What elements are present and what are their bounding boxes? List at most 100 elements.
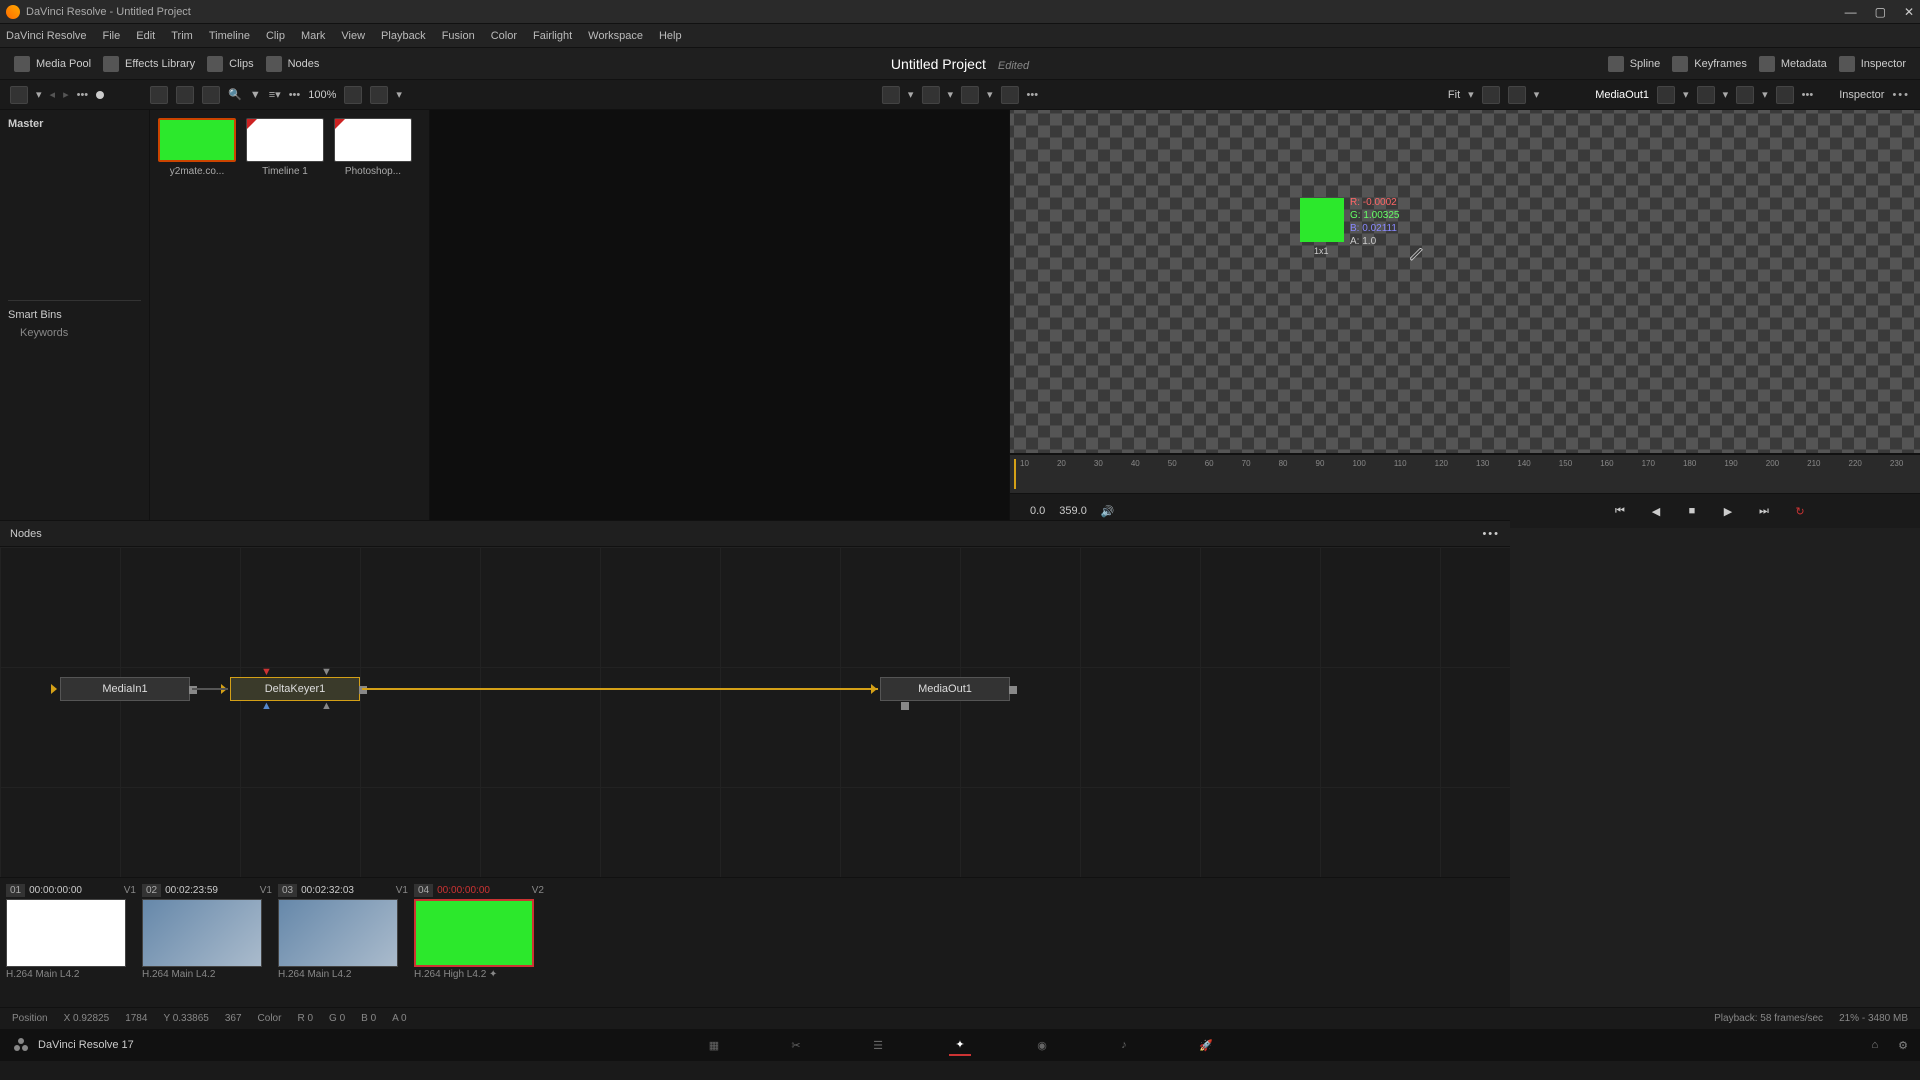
v2r-icon4[interactable] xyxy=(1776,86,1794,104)
last-frame-button[interactable]: ⏭ xyxy=(1753,500,1775,522)
viewer1-zoom[interactable]: 100% xyxy=(308,89,336,101)
audio-icon[interactable]: 🔊 xyxy=(1101,505,1115,518)
v1c-icon1[interactable] xyxy=(882,86,900,104)
menu-workspace[interactable]: Workspace xyxy=(588,30,643,42)
menu-fusion[interactable]: Fusion xyxy=(442,30,475,42)
effects-toggle[interactable]: Effects Library xyxy=(103,56,195,72)
play-button[interactable]: ▶ xyxy=(1717,500,1739,522)
metadata-toggle[interactable]: Metadata xyxy=(1759,56,1827,72)
node-wire[interactable] xyxy=(362,688,878,690)
keywords-bin[interactable]: Keywords xyxy=(8,327,141,339)
settings-icon[interactable]: ⚙ xyxy=(1898,1039,1908,1052)
menu-timeline[interactable]: Timeline xyxy=(209,30,250,42)
v2r-icon2[interactable] xyxy=(1697,86,1715,104)
viewer-right[interactable]: R: -0.0002 G: 1.00325 B: 0.02111 A: 1.0 … xyxy=(1010,110,1920,454)
maximize-button[interactable]: ▢ xyxy=(1875,5,1886,19)
v1c-more-icon[interactable]: ••• xyxy=(1027,89,1039,101)
dots-icon[interactable]: ••• xyxy=(77,89,89,101)
v1c-icon3[interactable] xyxy=(961,86,979,104)
menu-color[interactable]: Color xyxy=(491,30,517,42)
page-cut-icon[interactable]: ✂ xyxy=(785,1034,807,1056)
window-title: DaVinci Resolve - Untitled Project xyxy=(26,6,191,18)
node-graph[interactable]: MediaIn1 ▼ ▼ DeltaKeyer1 ▲ ▲ MediaOut1 xyxy=(0,547,1510,877)
clips-toggle[interactable]: Clips xyxy=(207,56,253,72)
page-media-icon[interactable]: ▦ xyxy=(703,1034,725,1056)
v1-opt2-icon[interactable] xyxy=(370,86,388,104)
page-fairlight-icon[interactable]: ♪ xyxy=(1113,1034,1135,1056)
inspector-label: Inspector xyxy=(1839,89,1884,101)
home-icon[interactable]: ⌂ xyxy=(1871,1039,1878,1052)
menu-view[interactable]: View xyxy=(341,30,365,42)
nodes-icon xyxy=(266,56,282,72)
menu-file[interactable]: File xyxy=(103,30,121,42)
menu-bar: DaVinci Resolve File Edit Trim Timeline … xyxy=(0,24,1920,48)
spline-toggle[interactable]: Spline xyxy=(1608,56,1661,72)
viewer2-zoom[interactable]: Fit xyxy=(1448,89,1460,101)
mediapool-toggle[interactable]: Media Pool xyxy=(14,56,91,72)
page-edit-icon[interactable]: ☰ xyxy=(867,1034,889,1056)
v2-opt1-icon[interactable] xyxy=(1482,86,1500,104)
viewer-content xyxy=(1300,198,1344,242)
sort-icon[interactable]: ≡▾ xyxy=(269,88,281,101)
clip-thumb[interactable]: 0100:00:00:00V1H.264 Main L4.2 xyxy=(6,884,136,980)
viewer2-node-name[interactable]: MediaOut1 xyxy=(1595,89,1649,101)
search-icon[interactable]: 🔍 xyxy=(228,88,242,101)
media-clip[interactable]: y2mate.co... xyxy=(158,118,236,177)
nav-fwd-icon[interactable]: ▸ xyxy=(63,88,69,101)
menu-fairlight[interactable]: Fairlight xyxy=(533,30,572,42)
nav-back-icon[interactable]: ◂ xyxy=(50,88,56,101)
page-deliver-icon[interactable]: 🚀 xyxy=(1195,1034,1217,1056)
filter-icon[interactable]: ▼ xyxy=(250,89,261,101)
v1c-icon4[interactable] xyxy=(1001,86,1019,104)
nodes-more-icon[interactable]: ••• xyxy=(1482,528,1500,540)
stop-button[interactable]: ■ xyxy=(1681,500,1703,522)
node-wire[interactable] xyxy=(192,688,228,690)
menu-help[interactable]: Help xyxy=(659,30,682,42)
bin-view-icon[interactable] xyxy=(10,86,28,104)
inspector-more-icon[interactable]: ••• xyxy=(1892,89,1910,101)
media-clip[interactable]: Photoshop... xyxy=(334,118,412,177)
strip-view-icon[interactable] xyxy=(202,86,220,104)
viewer-left[interactable] xyxy=(430,110,1010,568)
close-button[interactable]: ✕ xyxy=(1904,5,1914,19)
inspector-toggle[interactable]: Inspector xyxy=(1839,56,1906,72)
clip-thumb[interactable]: 0300:02:32:03V1H.264 Main L4.2 xyxy=(278,884,408,980)
v1-opt1-icon[interactable] xyxy=(344,86,362,104)
v1-chevron-icon[interactable]: ▾ xyxy=(396,88,402,101)
page-color-icon[interactable]: ◉ xyxy=(1031,1034,1053,1056)
menu-mark[interactable]: Mark xyxy=(301,30,325,42)
v2r-more-icon[interactable]: ••• xyxy=(1802,89,1814,101)
first-frame-button[interactable]: ⏮ xyxy=(1609,500,1631,522)
media-clip[interactable]: Timeline 1 xyxy=(246,118,324,177)
menu-trim[interactable]: Trim xyxy=(171,30,193,42)
clip-thumb[interactable]: 0200:02:23:59V1H.264 Main L4.2 xyxy=(142,884,272,980)
master-bin[interactable]: Master xyxy=(8,118,141,130)
v2r-icon3[interactable] xyxy=(1736,86,1754,104)
nodes-toggle[interactable]: Nodes xyxy=(266,56,320,72)
v2r-icon1[interactable] xyxy=(1657,86,1675,104)
master-bin-panel: Master Smart Bins Keywords xyxy=(0,110,150,568)
keyframes-toggle[interactable]: Keyframes xyxy=(1672,56,1747,72)
v2-opt2-icon[interactable] xyxy=(1508,86,1526,104)
menu-edit[interactable]: Edit xyxy=(136,30,155,42)
page-fusion-icon[interactable]: ✦ xyxy=(949,1034,971,1056)
node-deltakeyer[interactable]: ▼ ▼ DeltaKeyer1 ▲ ▲ xyxy=(230,677,360,701)
time-ruler[interactable]: 1020304050607080901001101201301401501601… xyxy=(1010,454,1920,494)
eyedropper-icon[interactable] xyxy=(1410,248,1424,262)
chevron-down-icon[interactable]: ▾ xyxy=(36,88,42,101)
more-icon[interactable]: ••• xyxy=(289,89,301,101)
step-back-button[interactable]: ◀ xyxy=(1645,500,1667,522)
clip-thumb[interactable]: 0400:00:00:00V2H.264 High L4.2 ✦ xyxy=(414,884,544,980)
v1c-icon2[interactable] xyxy=(921,86,939,104)
menu-clip[interactable]: Clip xyxy=(266,30,285,42)
menu-app[interactable]: DaVinci Resolve xyxy=(6,30,87,42)
loop-button[interactable]: ↻ xyxy=(1789,500,1811,522)
list-view-icon[interactable] xyxy=(150,86,168,104)
node-mediain[interactable]: MediaIn1 xyxy=(60,677,190,701)
menu-playback[interactable]: Playback xyxy=(381,30,426,42)
minimize-button[interactable]: — xyxy=(1845,5,1857,19)
thumb-view-icon[interactable] xyxy=(176,86,194,104)
node-mediaout[interactable]: MediaOut1 xyxy=(880,677,1010,701)
app-version: DaVinci Resolve 17 xyxy=(38,1039,134,1051)
smart-bins-header: Smart Bins xyxy=(8,309,141,321)
